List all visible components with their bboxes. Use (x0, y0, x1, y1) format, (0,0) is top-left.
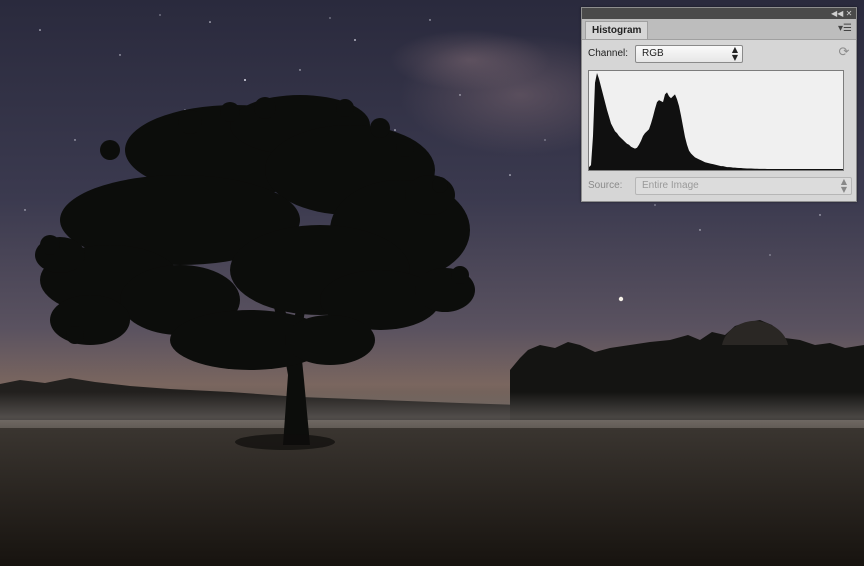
channel-select[interactable]: RGB ▲ ▼ (635, 45, 743, 63)
histogram-fill (589, 73, 843, 170)
source-value: Entire Image (642, 180, 699, 191)
source-row: Source: (588, 178, 622, 194)
tab-histogram[interactable]: Histogram (585, 21, 649, 39)
source-select[interactable]: Entire Image ▲ ▼ (635, 177, 852, 195)
histogram-graph (588, 70, 844, 171)
refresh-icon[interactable]: ⟳ (837, 46, 851, 60)
channel-label: Channel: (588, 48, 629, 59)
select-arrows-icon: ▲ ▼ (731, 45, 738, 62)
collapse-icon[interactable]: ◀◀ (831, 8, 843, 19)
histogram-panel: ◀◀ ✕ Histogram ▾☰ Channel: RGB ▲ ▼ ⟳ Sour… (581, 7, 857, 202)
channel-row: Channel: (588, 46, 628, 62)
panel-titlebar[interactable]: ◀◀ ✕ (582, 8, 856, 19)
select-arrows-icon: ▲ ▼ (840, 177, 847, 194)
source-label: Source: (588, 180, 623, 191)
channel-value: RGB (642, 48, 664, 59)
panel-menu-icon[interactable]: ▾☰ (838, 23, 852, 35)
panel-tab-row: Histogram ▾☰ (582, 19, 856, 40)
close-icon[interactable]: ✕ (843, 8, 855, 19)
bright-star (618, 296, 624, 302)
histogram-chart (589, 73, 843, 170)
